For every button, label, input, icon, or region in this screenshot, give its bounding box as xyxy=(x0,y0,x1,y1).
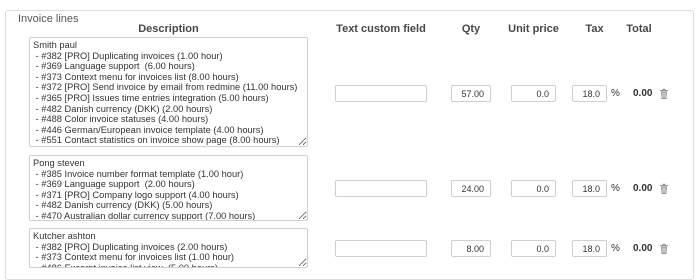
line-unit-price-input[interactable] xyxy=(511,180,556,197)
column-header-custom-field: Text custom field xyxy=(336,23,426,35)
tax-percent-label: % xyxy=(611,88,620,99)
line-unit-price-input[interactable] xyxy=(511,85,556,102)
tax-percent-label: % xyxy=(611,243,620,254)
line-unit-price-input[interactable] xyxy=(511,240,556,257)
trash-icon[interactable] xyxy=(658,243,670,255)
column-header-total: Total xyxy=(626,23,652,35)
column-header-unit-price: Unit price xyxy=(508,23,559,35)
trash-icon[interactable] xyxy=(658,88,670,100)
line-qty-input[interactable] xyxy=(451,240,491,257)
tax-percent-label: % xyxy=(611,183,620,194)
line-custom-field-input[interactable] xyxy=(335,85,427,102)
column-header-qty: Qty xyxy=(461,23,481,35)
line-custom-field-input[interactable] xyxy=(335,240,427,257)
line-qty-input[interactable] xyxy=(451,180,491,197)
column-header-description: Description xyxy=(138,23,199,35)
line-total: 0.00 xyxy=(633,183,653,194)
line-tax-input[interactable] xyxy=(572,85,607,102)
line-tax-input[interactable] xyxy=(572,180,607,197)
line-custom-field-input[interactable] xyxy=(335,180,427,197)
line-qty-input[interactable] xyxy=(451,85,491,102)
trash-icon[interactable] xyxy=(658,183,670,195)
line-description-textarea[interactable]: Kutcher ashton - #382 [PRO] Duplicating … xyxy=(29,228,308,268)
line-total: 0.00 xyxy=(633,243,653,254)
column-header-tax: Tax xyxy=(585,23,604,35)
line-total: 0.00 xyxy=(633,88,653,99)
line-tax-input[interactable] xyxy=(572,240,607,257)
line-description-textarea[interactable]: Pong steven - #385 Invoice number format… xyxy=(29,155,308,221)
line-description-textarea[interactable]: Smith paul - #382 [PRO] Duplicating invo… xyxy=(29,37,308,147)
